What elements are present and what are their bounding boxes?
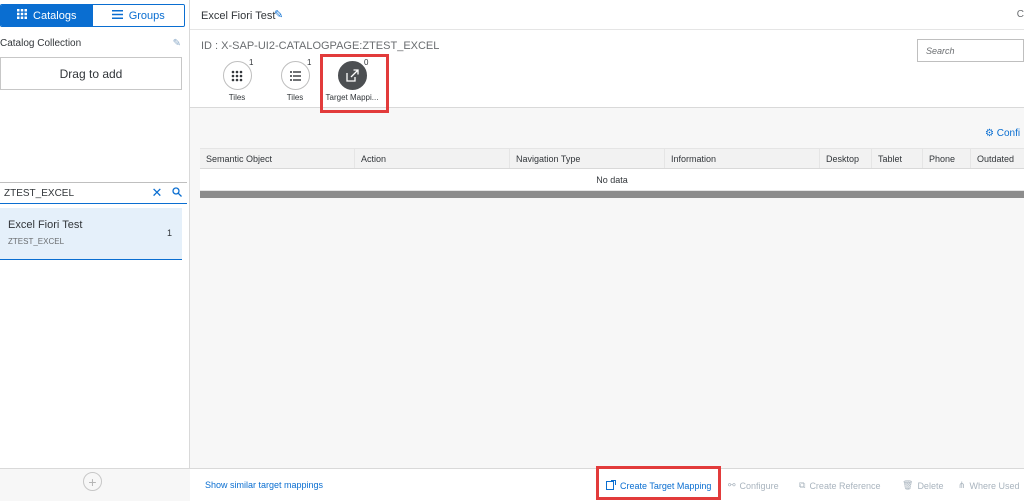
create-reference-label: Create Reference bbox=[809, 480, 881, 491]
catalog-id-bar: ID : X-SAP-UI2-CATALOGPAGE:ZTEST_EXCEL S… bbox=[190, 30, 1024, 108]
delete-label: Delete bbox=[917, 480, 944, 491]
tab-groups[interactable]: Groups bbox=[92, 5, 184, 26]
where-used-label: Where Used bbox=[969, 480, 1020, 491]
tile-search-input[interactable]: Search bbox=[917, 39, 1024, 62]
configure-icon: ⚯ bbox=[728, 480, 736, 490]
left-footer: + bbox=[0, 468, 190, 501]
column-header[interactable]: Tablet bbox=[872, 149, 923, 168]
search-icon[interactable] bbox=[167, 186, 187, 200]
column-header[interactable]: Outdated bbox=[971, 149, 1024, 168]
catalog-search-value[interactable]: ZTEST_EXCEL bbox=[4, 188, 147, 199]
delete-button[interactable]: 🗑 Delete bbox=[902, 480, 943, 491]
catalog-collection-text: Catalog Collection bbox=[0, 38, 82, 49]
catalog-item-subtitle: ZTEST_EXCEL bbox=[8, 237, 65, 246]
column-header[interactable]: Information bbox=[665, 149, 820, 168]
column-header[interactable]: Action bbox=[355, 149, 510, 168]
target-mappings-table: Semantic Object Action Navigation Type I… bbox=[200, 148, 1024, 198]
tab-tiles-list[interactable]: 1 Tiles bbox=[266, 58, 324, 102]
drag-to-add-area[interactable]: Drag to add bbox=[0, 57, 182, 90]
catalog-search-field[interactable]: ZTEST_EXCEL ✕ bbox=[0, 182, 187, 204]
column-header[interactable]: Semantic Object bbox=[200, 149, 355, 168]
detail-header: Excel Fiori Test ✎ C bbox=[190, 0, 1024, 30]
grid-icon bbox=[17, 9, 28, 22]
where-used-button[interactable]: ⋔ Where Used bbox=[958, 480, 1020, 491]
table-header: Semantic Object Action Navigation Type I… bbox=[200, 148, 1024, 169]
no-data-row: No data bbox=[200, 169, 1024, 191]
trash-icon: 🗑 bbox=[902, 480, 914, 490]
column-header[interactable]: Phone bbox=[923, 149, 971, 168]
view-switch: Catalogs Groups bbox=[0, 4, 185, 27]
drag-to-add-text: Drag to add bbox=[59, 66, 123, 81]
tile-count: 1 bbox=[307, 58, 312, 67]
configure-label: Configure bbox=[739, 480, 779, 491]
catalog-id-text: ID : X-SAP-UI2-CATALOGPAGE:ZTEST_EXCEL bbox=[201, 40, 440, 52]
gear-icon: ⚙ bbox=[985, 128, 994, 139]
menu-icon bbox=[111, 9, 123, 22]
tab-catalogs-label: Catalogs bbox=[33, 9, 77, 22]
tile-search-placeholder: Search bbox=[926, 46, 955, 56]
horizontal-scrollbar[interactable] bbox=[200, 191, 1024, 198]
catalog-list-item[interactable]: Excel Fiori Test ZTEST_EXCEL 1 bbox=[0, 208, 182, 260]
grid-icon bbox=[222, 61, 252, 90]
tab-groups-label: Groups bbox=[128, 9, 165, 22]
configure-button[interactable]: ⚯ Configure bbox=[728, 480, 779, 491]
tile-label: Tiles bbox=[228, 93, 246, 102]
show-similar-link[interactable]: Show similar target mappings bbox=[205, 480, 323, 490]
right-panel: Excel Fiori Test ✎ C ID : X-SAP-UI2-CATA… bbox=[190, 0, 1024, 501]
tile-count: 1 bbox=[249, 58, 254, 67]
edit-icon[interactable]: ✎ bbox=[274, 8, 283, 21]
catalog-item-count: 1 bbox=[166, 228, 172, 238]
where-used-icon: ⋔ bbox=[958, 480, 966, 490]
list-icon bbox=[280, 61, 310, 90]
clear-icon[interactable]: ✕ bbox=[147, 185, 167, 201]
left-panel: Catalogs Groups Catalog Collection ✎ Dra… bbox=[0, 0, 190, 501]
tab-catalogs[interactable]: Catalogs bbox=[1, 5, 93, 26]
column-header[interactable]: Navigation Type bbox=[510, 149, 665, 168]
catalog-collection-label: Catalog Collection ✎ bbox=[0, 38, 185, 52]
tile-label: Tiles bbox=[286, 93, 304, 102]
tab-tiles-grid[interactable]: 1 Tiles bbox=[208, 58, 266, 102]
create-target-mapping-highlight bbox=[596, 466, 721, 500]
reference-icon: ⧉ bbox=[799, 480, 806, 490]
header-right-glyph: C bbox=[1016, 9, 1024, 20]
create-reference-button[interactable]: ⧉ Create Reference bbox=[799, 480, 880, 491]
column-header[interactable]: Desktop bbox=[820, 149, 872, 168]
target-mappings-highlight bbox=[320, 54, 389, 113]
configure-columns-label: Confi bbox=[996, 128, 1021, 139]
catalog-item-title: Excel Fiori Test bbox=[8, 219, 83, 231]
configure-columns-button[interactable]: ⚙ Confi bbox=[985, 128, 1020, 139]
page-title: Excel Fiori Test bbox=[201, 10, 276, 22]
pin-icon[interactable]: ✎ bbox=[173, 38, 181, 49]
add-catalog-icon[interactable]: + bbox=[83, 472, 102, 491]
